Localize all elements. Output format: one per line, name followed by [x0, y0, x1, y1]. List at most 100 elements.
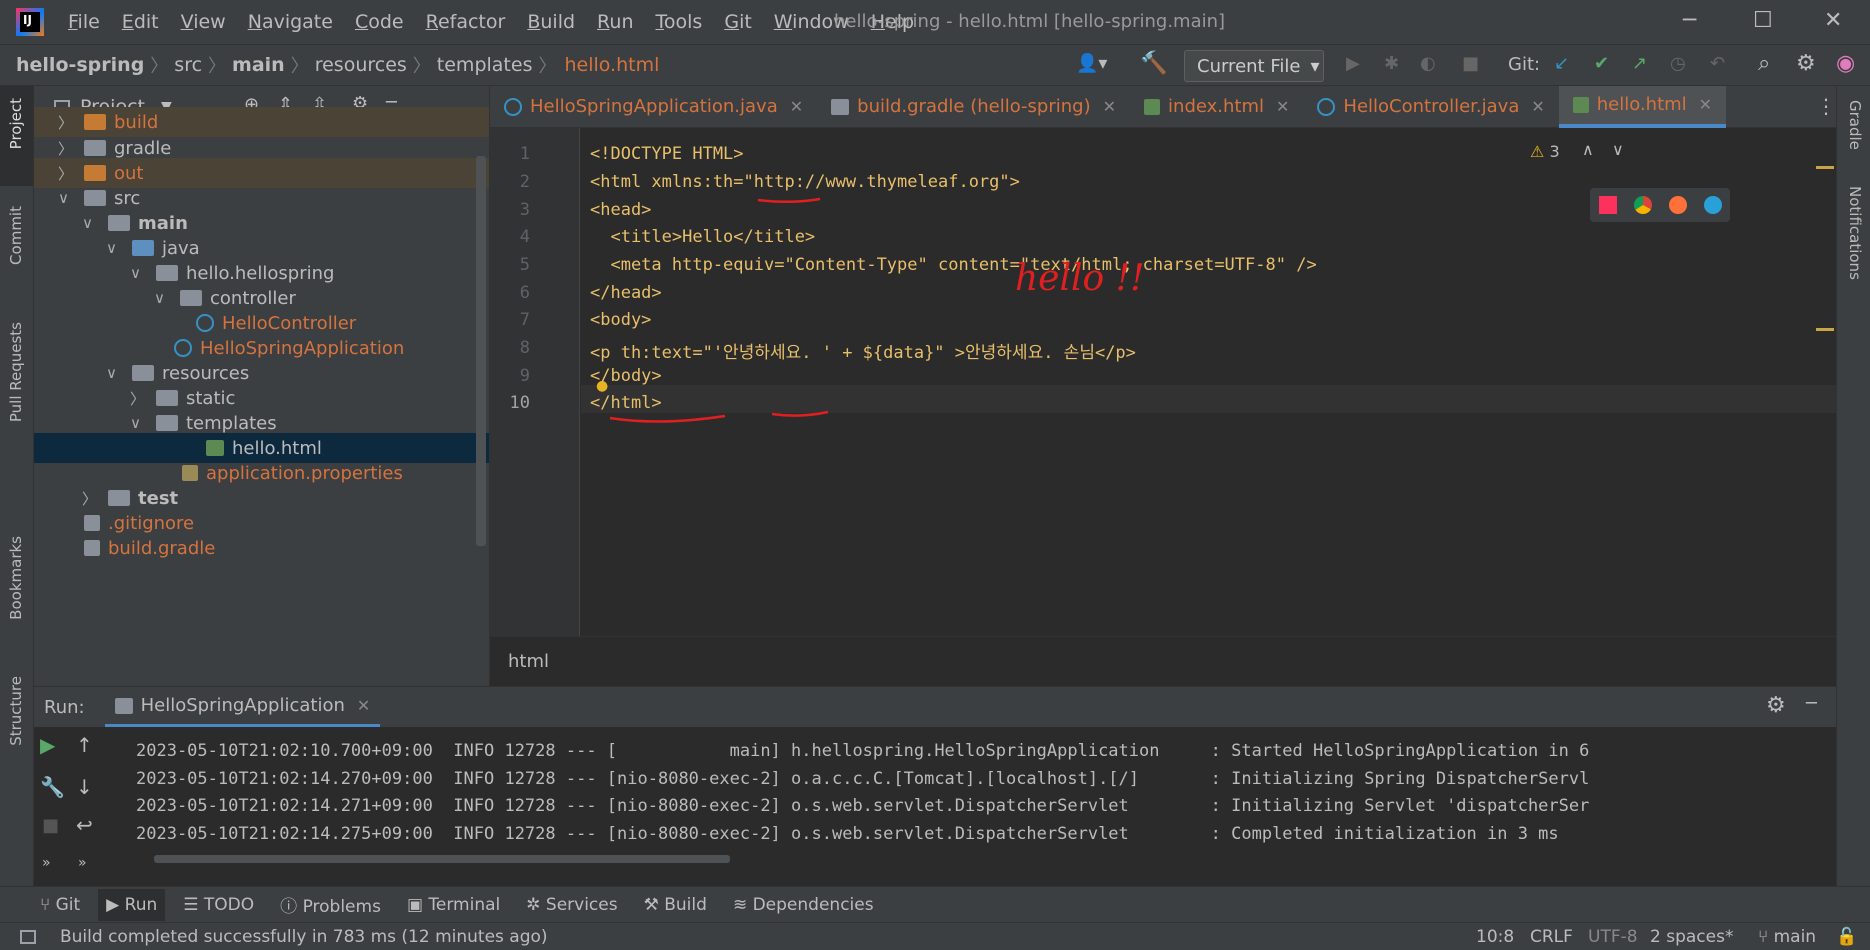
maximize-icon[interactable]: ☐	[1753, 8, 1773, 33]
pull-requests-tool-button[interactable]: Pull Requests	[7, 322, 25, 422]
chrome-icon[interactable]	[1633, 196, 1652, 214]
next-highlight-icon[interactable]: ∨	[1612, 140, 1624, 159]
close-icon[interactable]: ✕	[1699, 95, 1712, 114]
git-history-icon[interactable]: ◷	[1670, 53, 1686, 74]
menu-edit[interactable]: Edit	[122, 11, 159, 33]
build-hammer-icon[interactable]: 🔨	[1140, 51, 1167, 76]
stop-icon[interactable]: ■	[42, 815, 59, 836]
menu-refactor[interactable]: Refactor	[426, 11, 506, 33]
more-tabs-icon[interactable]: ⋮	[1816, 94, 1836, 118]
menu-file[interactable]: File	[68, 11, 100, 33]
close-icon[interactable]: ✕	[1531, 97, 1544, 116]
git-commit-icon[interactable]: ✔	[1594, 53, 1609, 74]
git-update-icon[interactable]: ↙	[1554, 53, 1569, 74]
firefox-icon[interactable]	[1668, 196, 1687, 214]
terminal-tool-button[interactable]: ▣ Terminal	[407, 895, 500, 915]
expand-more-icon[interactable]: »	[78, 855, 87, 871]
bookmarks-tool-button[interactable]: Bookmarks	[7, 536, 25, 620]
git-rollback-icon[interactable]: ↶	[1710, 53, 1725, 74]
breadcrumb-resources[interactable]: resources	[315, 54, 407, 76]
tree-item-build-gradle[interactable]: build.gradle	[34, 533, 489, 563]
handwritten-annotation: hello !!	[1015, 258, 1145, 299]
minimize-icon[interactable]: ─	[1683, 8, 1696, 33]
dependencies-tool-button[interactable]: ≋ Dependencies	[733, 895, 874, 915]
indent-setting[interactable]: 2 spaces*	[1650, 927, 1733, 947]
tab-build-gradle[interactable]: build.gradle (hello-spring) ✕	[817, 86, 1130, 128]
menu-tools[interactable]: Tools	[656, 11, 703, 33]
expand-more-icon[interactable]: »	[42, 855, 51, 871]
tab-hellocontroller[interactable]: HelloController.java ✕	[1303, 86, 1558, 128]
gradle-tool-button[interactable]: Gradle	[1846, 100, 1864, 150]
run-tab[interactable]: HelloSpringApplication ✕	[104, 687, 381, 727]
previous-highlight-icon[interactable]: ∧	[1582, 140, 1594, 159]
console-output[interactable]: 2023-05-10T21:02:10.700+09:00 INFO 12728…	[114, 727, 1836, 887]
tree-label: out	[114, 162, 144, 184]
rerun-icon[interactable]: ▶	[40, 733, 55, 757]
git-branch[interactable]: ⑂ main	[1758, 927, 1816, 947]
breadcrumb-src[interactable]: src	[174, 54, 202, 76]
tree-scrollbar[interactable]	[476, 156, 486, 546]
breadcrumb-project[interactable]: hello-spring	[16, 54, 144, 76]
git-push-icon[interactable]: ↗	[1632, 53, 1647, 74]
run-tool-button[interactable]: ▶ Run	[98, 888, 166, 921]
debug-icon[interactable]: ✱	[1384, 53, 1399, 74]
run-config-select[interactable]: Current File ▾	[1184, 50, 1324, 82]
close-icon[interactable]: ✕	[790, 97, 803, 116]
editor-breadcrumb[interactable]: html	[508, 651, 549, 672]
menu-view[interactable]: View	[181, 11, 226, 33]
warning-stripe-marker[interactable]	[1816, 166, 1834, 169]
file-encoding[interactable]: UTF-8	[1588, 927, 1638, 947]
menu-git[interactable]: Git	[724, 11, 751, 33]
warning-stripe-marker[interactable]	[1816, 328, 1834, 331]
git-tool-button[interactable]: ⑂ Git	[40, 895, 80, 915]
project-tool-button[interactable]: Project	[7, 98, 25, 149]
hide-panel-icon[interactable]: ─	[1806, 693, 1817, 714]
lock-icon[interactable]: 🔓	[1836, 927, 1857, 947]
menu-navigate[interactable]: Navigate	[248, 11, 333, 33]
tab-hellospringapplication[interactable]: HelloSpringApplication.java ✕	[490, 86, 817, 128]
log-line: 2023-05-10T21:02:14.270+09:00 INFO 12728…	[136, 769, 1590, 789]
intention-bulb-icon[interactable]: ●	[596, 378, 608, 394]
line-separator[interactable]: CRLF	[1530, 927, 1573, 947]
tab-hello-html[interactable]: hello.html ✕	[1558, 85, 1727, 128]
close-icon[interactable]: ✕	[1824, 8, 1842, 33]
notifications-tool-button[interactable]: Notifications	[1846, 186, 1864, 280]
gear-icon[interactable]: ⚙	[1766, 693, 1786, 718]
close-icon[interactable]: ✕	[1103, 97, 1116, 116]
menu-build[interactable]: Build	[527, 11, 575, 33]
stop-icon[interactable]: ■	[1462, 53, 1479, 74]
menu-code[interactable]: Code	[355, 11, 404, 33]
status-message[interactable]: Build completed successfully in 783 ms (…	[60, 927, 548, 947]
code-with-me-icon[interactable]: ◉	[1836, 51, 1855, 76]
breadcrumb-templates[interactable]: templates	[437, 54, 533, 76]
caret-position[interactable]: 10:8	[1476, 927, 1514, 947]
intellij-browser-icon[interactable]	[1598, 196, 1617, 214]
todo-tool-button[interactable]: ☰ TODO	[183, 895, 254, 915]
user-icon[interactable]: 👤▾	[1076, 53, 1107, 74]
breadcrumb-main[interactable]: main	[232, 54, 285, 76]
structure-tool-button[interactable]: Structure	[7, 676, 25, 746]
edge-icon[interactable]	[1703, 196, 1722, 214]
warning-indicator[interactable]: ⚠ 3	[1530, 142, 1560, 161]
tab-index-html[interactable]: index.html ✕	[1130, 86, 1303, 128]
coverage-icon[interactable]: ◐	[1420, 53, 1436, 74]
search-icon[interactable]: ⌕	[1758, 51, 1770, 76]
settings-gear-icon[interactable]: ⚙	[1796, 51, 1816, 76]
console-horizontal-scrollbar[interactable]	[154, 855, 730, 863]
toggle-tool-windows-icon[interactable]	[20, 929, 36, 944]
commit-tool-button[interactable]: Commit	[7, 206, 25, 265]
run-icon[interactable]: ▶	[1346, 53, 1360, 74]
scroll-up-icon[interactable]: ↑	[76, 733, 93, 757]
problems-tool-button[interactable]: ⓘ Problems	[280, 892, 381, 917]
code-area[interactable]: <!DOCTYPE HTML> <html xmlns:th="http://w…	[490, 128, 1836, 636]
wrench-icon[interactable]: 🔧	[40, 775, 65, 799]
scroll-down-icon[interactable]: ↓	[76, 775, 93, 799]
soft-wrap-icon[interactable]: ↩	[76, 813, 93, 837]
menu-run[interactable]: Run	[597, 11, 633, 33]
build-tool-button[interactable]: ⚒ Build	[644, 895, 707, 915]
services-tool-button[interactable]: ✲ Services	[526, 895, 617, 915]
close-icon[interactable]: ✕	[357, 696, 370, 715]
breadcrumb-file[interactable]: hello.html	[564, 54, 659, 76]
close-icon[interactable]: ✕	[1276, 97, 1289, 116]
intellij-logo-icon[interactable]: IJ	[16, 8, 44, 36]
